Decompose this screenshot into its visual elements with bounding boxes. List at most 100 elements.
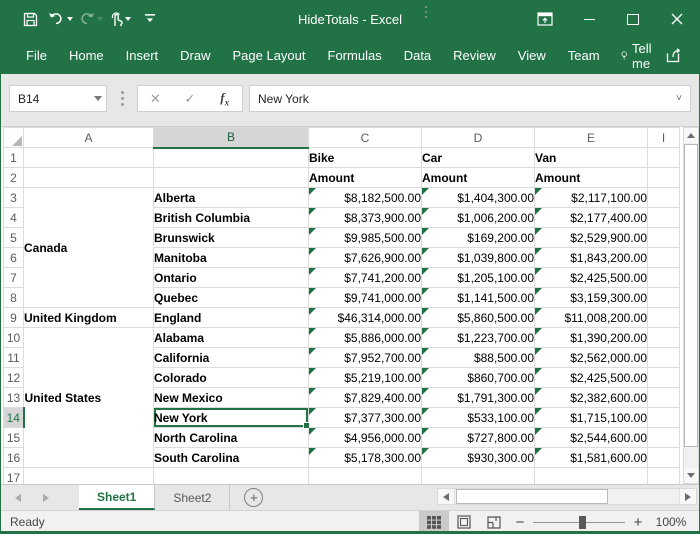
column-header-c[interactable]: C [309, 128, 422, 148]
cell-D3[interactable]: $1,404,300.00 [422, 188, 535, 208]
cell-D1[interactable]: Car [422, 148, 535, 168]
scroll-up-icon[interactable] [684, 128, 698, 143]
cell-B12[interactable]: Colorado [154, 368, 309, 388]
save-icon[interactable] [17, 7, 43, 31]
cell-i10[interactable] [648, 328, 680, 348]
zoom-slider[interactable] [533, 522, 625, 523]
formula-bar-splitter[interactable] [121, 91, 124, 109]
cell-i13[interactable] [648, 388, 680, 408]
sheet-tab-sheet2[interactable]: Sheet2 [155, 485, 230, 510]
horizontal-scrollbar-thumb[interactable] [456, 489, 608, 504]
cell-D13[interactable]: $1,791,300.00 [422, 388, 535, 408]
cell-A9[interactable]: United Kingdom [24, 308, 154, 328]
cell-i6[interactable] [648, 248, 680, 268]
name-box-dropdown-icon[interactable] [94, 96, 102, 101]
cell-B8[interactable]: Quebec [154, 288, 309, 308]
cell-C10[interactable]: $5,886,000.00 [309, 328, 422, 348]
row-header-4[interactable]: 4 [4, 208, 24, 228]
scroll-right-icon[interactable] [679, 489, 696, 504]
cell-i7[interactable] [648, 268, 680, 288]
ribbon-tab-team[interactable]: Team [557, 42, 611, 69]
cell-E9[interactable]: $11,008,200.00 [535, 308, 648, 328]
row-header-7[interactable]: 7 [4, 268, 24, 288]
enter-icon[interactable]: ✓ [173, 91, 208, 107]
row-header-12[interactable]: 12 [4, 368, 24, 388]
cell-C5[interactable]: $9,985,500.00 [309, 228, 422, 248]
cell-E10[interactable]: $1,390,200.00 [535, 328, 648, 348]
zoom-out-icon[interactable]: − [509, 514, 531, 531]
column-header-d[interactable]: D [422, 128, 535, 148]
cell-D11[interactable]: $88,500.00 [422, 348, 535, 368]
cell-C8[interactable]: $9,741,000.00 [309, 288, 422, 308]
maximize-button[interactable] [611, 1, 655, 37]
cell-C9[interactable]: $46,314,000.00 [309, 308, 422, 328]
cell-C12[interactable]: $5,219,100.00 [309, 368, 422, 388]
cell-C11[interactable]: $7,952,700.00 [309, 348, 422, 368]
cell-i16[interactable] [648, 448, 680, 468]
cell-B11[interactable]: California [154, 348, 309, 368]
cell-D2[interactable]: Amount [422, 168, 535, 188]
ribbon-tab-data[interactable]: Data [393, 42, 442, 69]
cell-a2[interactable] [24, 168, 154, 188]
cell-C2[interactable]: Amount [309, 168, 422, 188]
cell-D12[interactable]: $860,700.00 [422, 368, 535, 388]
zoom-level[interactable]: 100% [649, 515, 699, 529]
cell-D4[interactable]: $1,006,200.00 [422, 208, 535, 228]
cell-A3[interactable]: Canada [24, 188, 154, 308]
zoom-in-icon[interactable]: + [627, 514, 649, 531]
cell-E5[interactable]: $2,529,900.00 [535, 228, 648, 248]
minimize-button[interactable] [567, 1, 611, 37]
scroll-left-icon[interactable] [438, 489, 455, 504]
cell-D8[interactable]: $1,141,500.00 [422, 288, 535, 308]
cell-i4[interactable] [648, 208, 680, 228]
name-box-input[interactable] [10, 91, 84, 107]
cell-D16[interactable]: $930,300.00 [422, 448, 535, 468]
column-header-e[interactable]: E [535, 128, 648, 148]
cell-D10[interactable]: $1,223,700.00 [422, 328, 535, 348]
next-sheet-icon[interactable] [43, 494, 49, 502]
row-header-1[interactable]: 1 [4, 148, 24, 168]
cell-C6[interactable]: $7,626,900.00 [309, 248, 422, 268]
cell-B15[interactable]: North Carolina [154, 428, 309, 448]
cell-C3[interactable]: $8,182,500.00 [309, 188, 422, 208]
cell-i11[interactable] [648, 348, 680, 368]
insert-function-icon[interactable]: fx [207, 90, 242, 108]
page-layout-view-icon[interactable] [449, 511, 479, 533]
cancel-icon[interactable]: ✕ [138, 91, 173, 107]
cell-D15[interactable]: $727,800.00 [422, 428, 535, 448]
touch-mode-icon[interactable] [107, 7, 133, 31]
ribbon-tab-insert[interactable]: Insert [115, 42, 170, 69]
ribbon-tab-file[interactable]: File [15, 42, 58, 69]
plus-icon[interactable]: + [244, 488, 263, 507]
cell-B4[interactable]: British Columbia [154, 208, 309, 228]
share-icon[interactable] [666, 48, 685, 63]
name-box[interactable] [9, 85, 107, 112]
cell-B5[interactable]: Brunswick [154, 228, 309, 248]
cell-C14[interactable]: $7,377,300.00 [309, 408, 422, 428]
undo-button[interactable] [47, 7, 73, 31]
vertical-scrollbar-thumb[interactable] [684, 144, 698, 447]
cell-A10[interactable]: United States [24, 328, 154, 468]
cell-B7[interactable]: Ontario [154, 268, 309, 288]
cell-E3[interactable]: $2,117,100.00 [535, 188, 648, 208]
row-header-5[interactable]: 5 [4, 228, 24, 248]
undo-dropdown-icon[interactable] [67, 17, 73, 21]
zoom-slider-thumb[interactable] [579, 516, 586, 529]
ribbon-tab-view[interactable]: View [507, 42, 557, 69]
cell-E6[interactable]: $1,843,200.00 [535, 248, 648, 268]
previous-sheet-icon[interactable] [15, 494, 21, 502]
cell-B6[interactable]: Manitoba [154, 248, 309, 268]
cell-i14[interactable] [648, 408, 680, 428]
cell-D14[interactable]: $533,100.00 [422, 408, 535, 428]
cell-i9[interactable] [648, 308, 680, 328]
row-header-10[interactable]: 10 [4, 328, 24, 348]
row-header-13[interactable]: 13 [4, 388, 24, 408]
cell-b1[interactable] [154, 148, 309, 168]
horizontal-scrollbar[interactable] [437, 488, 697, 505]
ribbon-tab-draw[interactable]: Draw [169, 42, 221, 69]
formula-input[interactable] [250, 91, 676, 107]
normal-view-icon[interactable] [419, 511, 449, 533]
touch-mode-dropdown-icon[interactable] [125, 17, 131, 21]
row-header-15[interactable]: 15 [4, 428, 24, 448]
cell-D6[interactable]: $1,039,800.00 [422, 248, 535, 268]
